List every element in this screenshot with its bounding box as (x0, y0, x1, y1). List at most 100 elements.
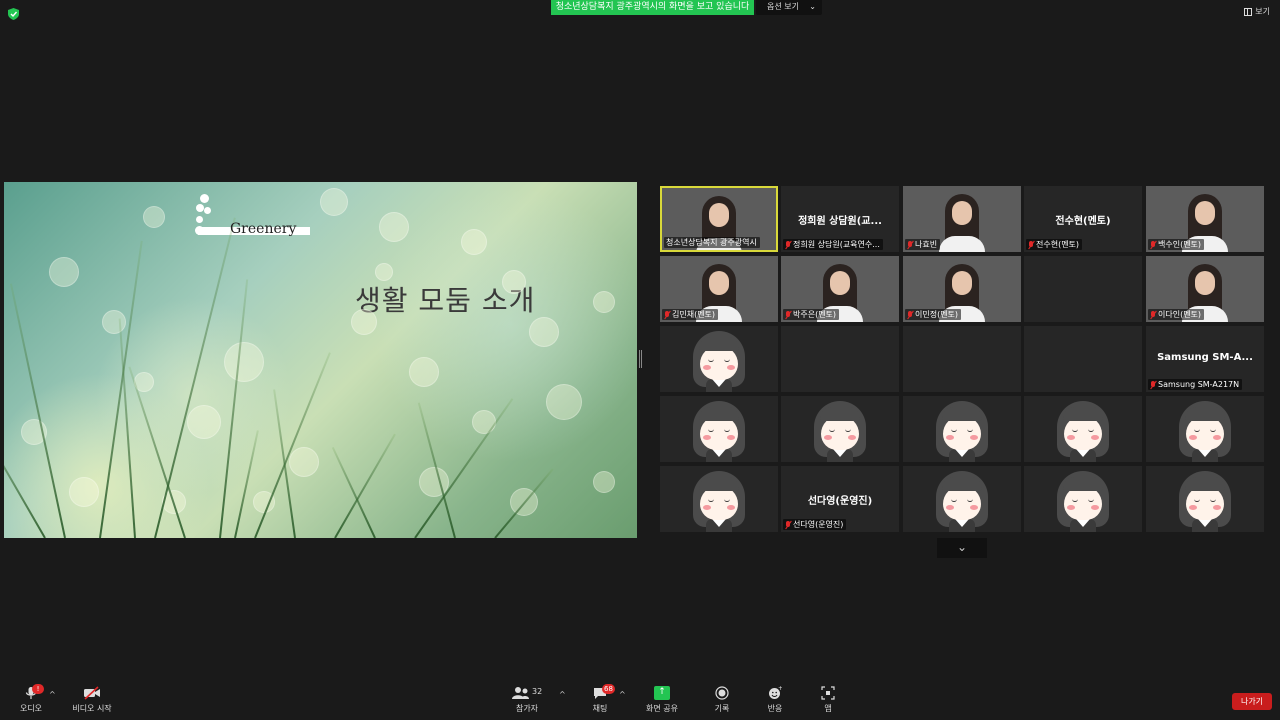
audio-options-caret-icon[interactable]: ^ (49, 690, 56, 699)
view-options-dropdown[interactable]: 옵션 보기 ⌄ (756, 0, 822, 15)
svg-text:+: + (778, 686, 782, 692)
participant-tile[interactable] (903, 466, 1021, 532)
muted-mic-icon (1150, 240, 1156, 249)
participants-button[interactable]: 32 참가자 (510, 686, 544, 714)
participant-tile[interactable]: 선다영(운영진) 선다영(운영진) (781, 466, 899, 532)
chat-caret-icon[interactable]: ^ (619, 690, 626, 699)
muted-mic-icon (785, 240, 791, 249)
reactions-button[interactable]: + 반응 (763, 686, 787, 714)
screen-share-banner: 청소년상담복지 광주광역시의 화면을 보고 있습니다 (551, 0, 754, 15)
participant-tile[interactable]: 백수인(멘토) (1146, 186, 1264, 252)
default-avatar-icon (690, 401, 748, 462)
chat-label: 채팅 (592, 704, 608, 713)
participant-tile[interactable] (660, 326, 778, 392)
participant-tile[interactable] (660, 396, 778, 462)
participant-name-label: 박주은(멘토) (783, 309, 840, 320)
participant-tile[interactable] (903, 326, 1021, 392)
participant-tile[interactable] (781, 396, 899, 462)
bokeh-light (143, 206, 165, 228)
participant-name-label: 이다인(멘토) (1148, 309, 1205, 320)
bokeh-light (461, 229, 487, 255)
bokeh-light (351, 309, 377, 335)
participant-name: 청소년상담복지 광주광역시 (666, 238, 757, 247)
participant-tile[interactable] (1146, 396, 1264, 462)
start-video-button[interactable]: 비디오 시작 (68, 686, 116, 714)
participant-name: 백수인(멘토) (1158, 240, 1202, 249)
bokeh-light (375, 263, 393, 281)
muted-mic-icon (1150, 380, 1156, 389)
participant-tile[interactable]: Samsung SM-A... Samsung SM-A217N (1146, 326, 1264, 392)
participant-name: 박주은(멘토) (793, 310, 837, 319)
split-divider-handle[interactable] (639, 350, 642, 368)
muted-mic-icon (907, 310, 913, 319)
record-label: 기록 (714, 704, 730, 713)
participant-tile[interactable] (660, 466, 778, 532)
participant-name: 선다영(운영진) (793, 520, 844, 529)
bokeh-light (49, 257, 79, 287)
gallery-scroll-down-button[interactable]: ⌄ (937, 538, 987, 558)
participant-name: Samsung SM-A217N (1158, 380, 1240, 389)
apps-button[interactable]: 앱 (818, 686, 838, 714)
bokeh-light (529, 317, 559, 347)
bokeh-light (289, 447, 319, 477)
participant-tile[interactable]: 정희원 상담원(교... 정희원 상담원(교육연수... (781, 186, 899, 252)
view-button-label: 보기 (1255, 7, 1270, 16)
default-avatar-icon (1176, 401, 1234, 462)
participant-tile[interactable]: 청소년상담복지 광주광역시 (660, 186, 778, 252)
participant-tile[interactable]: 박주은(멘토) (781, 256, 899, 322)
participant-name-label: Samsung SM-A217N (1148, 379, 1243, 390)
share-screen-button[interactable]: ↑ 화면 공유 (643, 686, 681, 714)
audio-button[interactable]: ! 오디오 (16, 684, 46, 714)
security-shield-icon[interactable] (8, 8, 19, 20)
view-button[interactable]: 보기 (1244, 6, 1270, 17)
muted-mic-icon (785, 310, 791, 319)
participant-name: 김민채(멘토) (672, 310, 716, 319)
participant-tile[interactable] (903, 396, 1021, 462)
shared-screen-slide[interactable]: Greenery 생활 모둠 소개 (4, 182, 637, 538)
chevron-down-icon: ⌄ (809, 2, 816, 11)
participant-name-label: 이민정(멘토) (905, 309, 962, 320)
participant-tile[interactable] (1024, 396, 1142, 462)
participant-tile[interactable] (781, 326, 899, 392)
default-avatar-icon (933, 401, 991, 462)
chat-button[interactable]: 68 채팅 (588, 684, 615, 714)
chat-unread-badge: 68 (602, 684, 615, 694)
bokeh-light (224, 342, 264, 382)
participant-tile[interactable]: 전수현(멘토) 전수현(멘토) (1024, 186, 1142, 252)
audio-alert-badge: ! (32, 684, 44, 694)
participant-name: 전수현(멘토) (1036, 240, 1080, 249)
participant-tile[interactable]: 나효빈 (903, 186, 1021, 252)
share-screen-label: 화면 공유 (646, 704, 678, 713)
participant-display-name: 정희원 상담원(교... (798, 216, 882, 227)
participant-tile[interactable] (1146, 466, 1264, 532)
default-avatar-icon (690, 471, 748, 532)
leave-meeting-button[interactable]: 나가기 (1232, 693, 1272, 710)
participant-tile[interactable] (1024, 326, 1142, 392)
record-icon (715, 686, 729, 700)
smiley-plus-icon: + (769, 686, 782, 699)
participant-tile[interactable]: 이다인(멘토) (1146, 256, 1264, 322)
slide-brand-text: Greenery (198, 222, 311, 237)
participant-tile[interactable] (1024, 466, 1142, 532)
share-screen-arrow-icon: ↑ (654, 686, 670, 700)
participant-tile[interactable]: 김민채(멘토) (660, 256, 778, 322)
grass-blade (9, 283, 66, 538)
participant-display-name: 선다영(운영진) (807, 496, 873, 507)
participant-name: 이민정(멘토) (915, 310, 959, 319)
participants-caret-icon[interactable]: ^ (559, 690, 566, 699)
participant-name-label: 정희원 상담원(교육연수... (783, 239, 883, 250)
participant-name: 이다인(멘토) (1158, 310, 1202, 319)
participant-tile[interactable] (1024, 256, 1142, 322)
bokeh-light (546, 384, 582, 420)
bokeh-light (472, 410, 496, 434)
apps-label: 앱 (824, 704, 832, 713)
participant-tile[interactable]: 이민정(멘토) (903, 256, 1021, 322)
bokeh-light (593, 291, 615, 313)
participant-name-label: 선다영(운영진) (783, 519, 847, 530)
record-button[interactable]: 기록 (710, 686, 734, 714)
view-options-label: 옵션 보기 (767, 2, 799, 11)
participants-label: 참가자 (515, 704, 539, 713)
bokeh-light (379, 212, 409, 242)
participants-count: 32 (532, 687, 542, 696)
grass-blade (118, 318, 136, 538)
